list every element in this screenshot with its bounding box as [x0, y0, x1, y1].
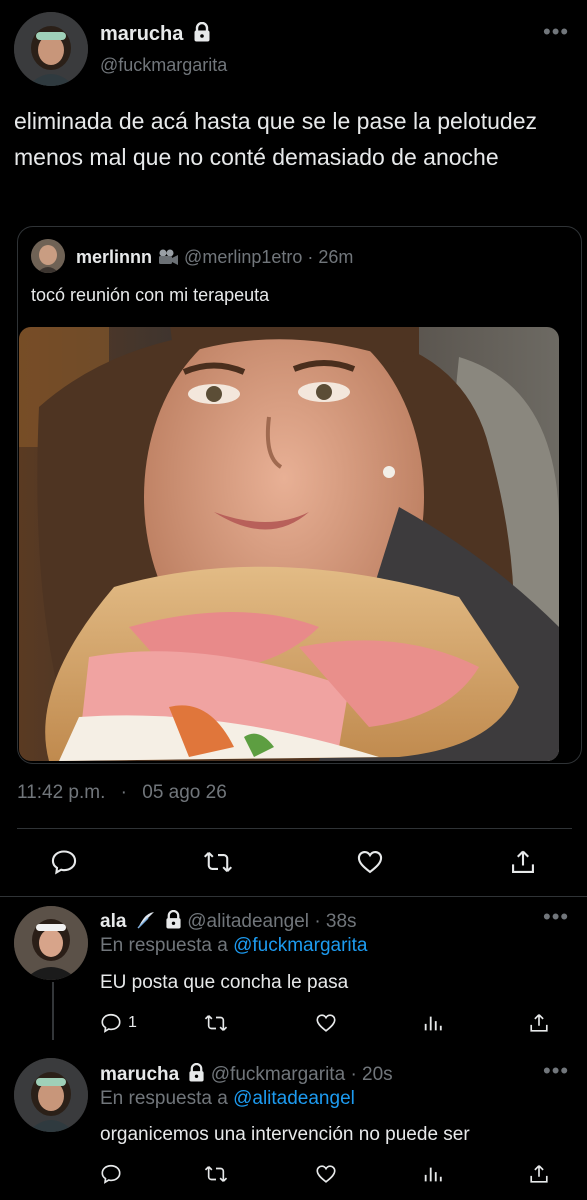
reply-count: 1	[128, 1014, 137, 1031]
quoted-author-handle: @merlinp1etro	[184, 247, 303, 267]
reply-1-share-button[interactable]	[528, 1012, 550, 1034]
quoted-tweet-card[interactable]: merlinnn @merlinp1etro · 26m tocó reunió…	[17, 226, 582, 764]
reply-2-reply-button[interactable]	[100, 1163, 122, 1185]
share-icon	[528, 1163, 550, 1185]
retweet-icon	[203, 848, 233, 876]
reply-2-time: · 20s	[350, 1064, 393, 1085]
heart-icon	[355, 848, 385, 876]
quoted-author-avatar	[31, 239, 65, 273]
main-author-handle[interactable]: @fuckmargarita	[100, 55, 227, 76]
reply-icon	[100, 1163, 122, 1185]
more-options-icon[interactable]: •••	[543, 1060, 569, 1082]
reply-2-avatar[interactable]	[14, 1058, 88, 1132]
reply-1-avatar[interactable]	[14, 906, 88, 980]
share-button[interactable]	[509, 848, 537, 876]
main-tweet-timestamp[interactable]: 11:42 p.m. · 05 ago 26	[17, 782, 227, 804]
in-reply-prefix: En respuesta a	[100, 1088, 234, 1109]
retweet-icon	[204, 1163, 228, 1185]
main-author-name-row[interactable]: marucha	[100, 21, 211, 48]
reply-1-author-handle: @alitadeangel	[187, 911, 310, 932]
reply-1-header[interactable]: ala @alitadeangel · 38s	[100, 909, 357, 935]
timestamp-separator: ·	[120, 782, 127, 803]
reply-1-in-reply-to: En respuesta a @fuckmargarita	[100, 935, 367, 957]
in-reply-handle-link[interactable]: @alitadeangel	[233, 1088, 355, 1109]
reply-2-retweet-button[interactable]	[204, 1163, 228, 1185]
more-options-icon[interactable]: •••	[543, 21, 569, 43]
reply-2-author-name[interactable]: marucha	[100, 1064, 179, 1085]
reply-2-in-reply-to: En respuesta a @alitadeangel	[100, 1088, 355, 1110]
in-reply-prefix: En respuesta a	[100, 935, 234, 956]
like-button[interactable]	[355, 848, 385, 876]
film-camera-icon	[157, 248, 179, 271]
reply-2-share-button[interactable]	[528, 1163, 550, 1185]
tweet-time: 11:42 p.m.	[17, 782, 106, 803]
quoted-tweet-time: · 26m	[307, 247, 354, 267]
feather-icon	[136, 911, 156, 935]
main-author-avatar[interactable]	[14, 12, 88, 86]
quoted-author-name: merlinnn	[76, 247, 153, 267]
reply-1-retweet-button[interactable]	[204, 1012, 228, 1034]
reply-2-author-handle: @fuckmargarita	[210, 1064, 346, 1085]
reply-2-header[interactable]: marucha @fuckmargarita · 20s	[100, 1062, 393, 1088]
reply-2-text: organicemos una intervención no puede se…	[100, 1124, 470, 1145]
reply-2-like-button[interactable]	[314, 1163, 338, 1185]
analytics-icon	[422, 1012, 444, 1034]
analytics-icon	[422, 1163, 444, 1185]
quoted-tweet-text: tocó reunión con mi terapeuta	[31, 285, 270, 305]
quoted-tweet-photo[interactable]	[19, 327, 559, 761]
lock-icon	[165, 909, 182, 935]
quoted-header: merlinnn @merlinp1etro · 26m	[76, 247, 353, 271]
reply-1-views-button[interactable]	[422, 1012, 444, 1034]
reply-1-like-button[interactable]	[314, 1012, 338, 1034]
retweet-button[interactable]	[203, 848, 233, 876]
divider	[0, 896, 587, 897]
reply-1-reply-button[interactable]: 1	[100, 1012, 137, 1034]
main-author-name[interactable]: marucha	[100, 23, 183, 45]
thread-line	[52, 982, 54, 1040]
share-icon	[528, 1012, 550, 1034]
retweet-icon	[204, 1012, 228, 1034]
main-tweet-text: eliminada de acá hasta que se le pase la…	[14, 108, 537, 170]
reply-1-text: EU posta que concha le pasa	[100, 972, 349, 993]
reply-2-views-button[interactable]	[422, 1163, 444, 1185]
heart-icon	[314, 1163, 338, 1185]
more-options-icon[interactable]: •••	[543, 906, 569, 928]
reply-1-author-name[interactable]: ala	[100, 911, 126, 932]
lock-icon	[193, 21, 211, 48]
reply-icon	[100, 1012, 122, 1034]
in-reply-handle-link[interactable]: @fuckmargarita	[233, 935, 367, 956]
tweet-date: 05 ago 26	[142, 782, 227, 803]
lock-icon	[188, 1062, 205, 1088]
reply-1-time: · 38s	[314, 911, 357, 932]
reply-button[interactable]	[50, 848, 78, 876]
divider	[17, 828, 572, 829]
heart-icon	[314, 1012, 338, 1034]
reply-icon	[50, 848, 78, 876]
share-icon	[509, 848, 537, 876]
